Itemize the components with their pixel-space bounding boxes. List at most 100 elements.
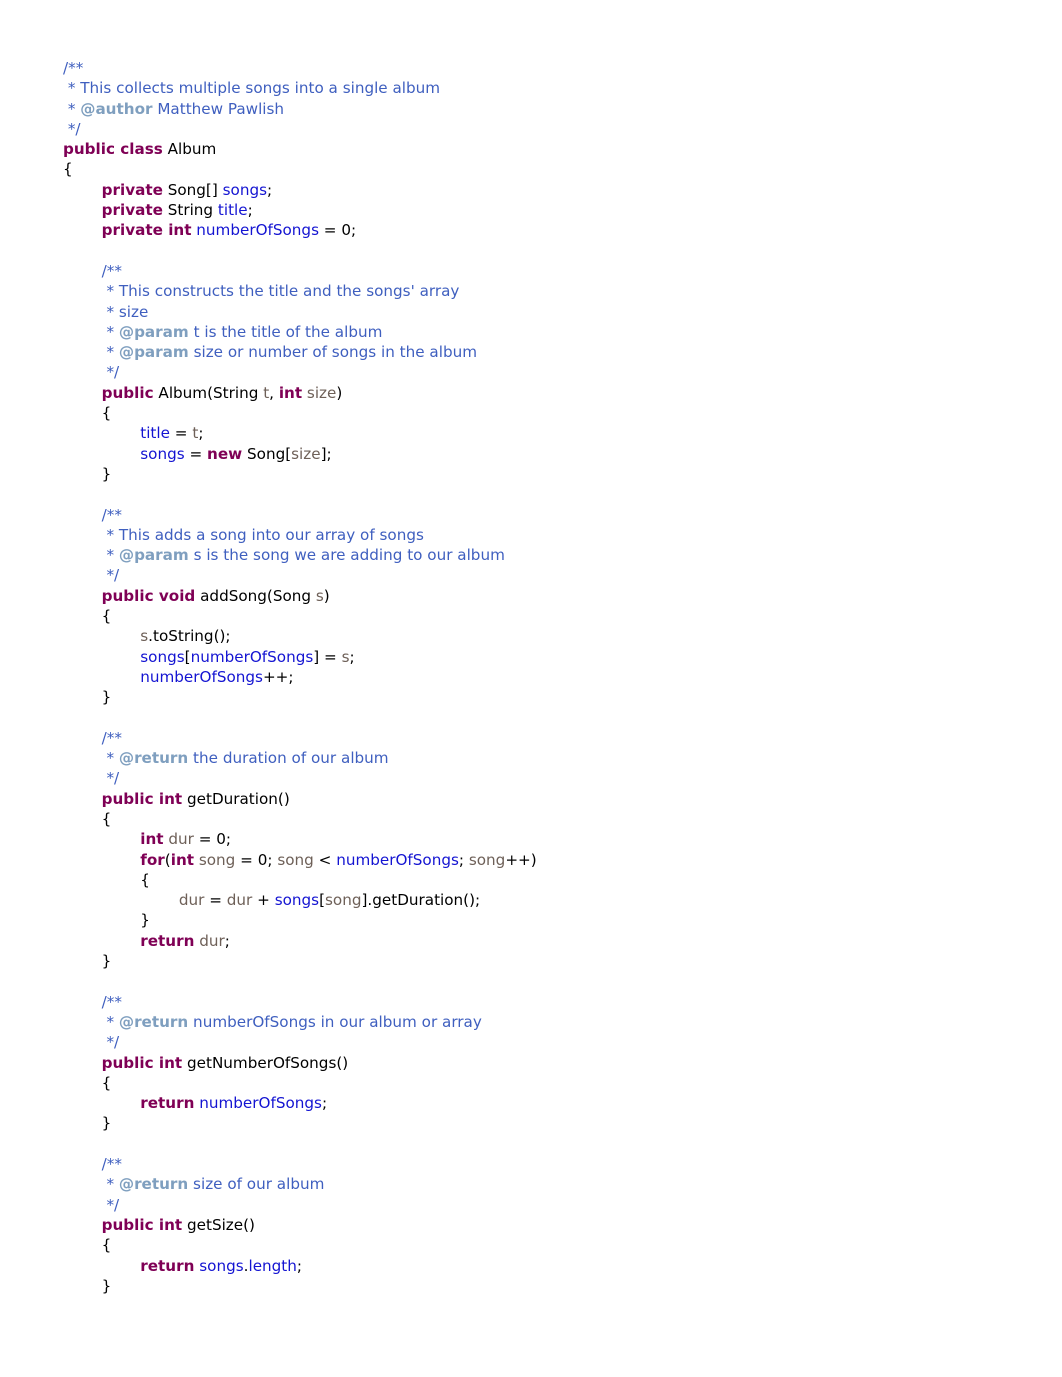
code-token-kw: return bbox=[140, 1094, 195, 1113]
code-line: /** bbox=[63, 58, 1062, 78]
code-token-kw: public void bbox=[101, 586, 196, 605]
code-token-field: songs bbox=[222, 180, 268, 199]
code-line: } bbox=[63, 951, 1062, 971]
code-token-comment: * This collects multiple songs into a si… bbox=[63, 79, 441, 98]
code-token-field: length bbox=[248, 1256, 297, 1275]
code-token-kw: public int bbox=[101, 1215, 183, 1234]
code-token-local: dur bbox=[168, 830, 194, 849]
code-token-plain: getNumberOfSongs() bbox=[182, 1053, 349, 1072]
code-token-plain: Song[ bbox=[242, 444, 292, 463]
code-token-plain: ; bbox=[349, 647, 355, 666]
code-token-comment: * bbox=[63, 99, 81, 118]
code-token-plain: getDuration() bbox=[182, 789, 290, 808]
code-token-comment: /** bbox=[101, 728, 122, 747]
code-token-field: title bbox=[217, 201, 248, 220]
code-token-plain: ; bbox=[321, 1094, 328, 1113]
code-token-comment: * This constructs the title and the song… bbox=[101, 282, 460, 301]
code-token-plain: ; bbox=[267, 180, 273, 199]
code-line: public int getDuration() bbox=[63, 789, 1062, 809]
code-token-field: numberOfSongs bbox=[140, 667, 263, 686]
code-token-plain: ; bbox=[198, 424, 204, 443]
code-token-plain: ++; bbox=[262, 667, 294, 686]
code-token-plain: } bbox=[101, 688, 112, 707]
code-line: /** bbox=[63, 728, 1062, 748]
code-token-kw: new bbox=[207, 444, 243, 463]
code-line: * size bbox=[63, 302, 1062, 322]
code-line: return songs.length; bbox=[63, 1256, 1062, 1276]
code-token-plain: ) bbox=[336, 383, 343, 402]
code-token-jdtag: @return bbox=[118, 1012, 189, 1031]
code-token-kw: for bbox=[140, 850, 165, 869]
code-token-field: numberOfSongs bbox=[199, 1094, 322, 1113]
code-token-plain: } bbox=[101, 464, 112, 483]
code-listing[interactable]: /** * This collects multiple songs into … bbox=[63, 58, 1062, 1296]
code-token-comment: Matthew Pawlish bbox=[152, 99, 285, 118]
code-line: /** bbox=[63, 992, 1062, 1012]
code-token-kw: public int bbox=[101, 1053, 183, 1072]
code-token-plain: ; bbox=[296, 1256, 303, 1275]
code-token-plain: = 0; bbox=[318, 221, 357, 240]
code-token-kw: private int bbox=[101, 221, 192, 240]
code-token-field: songs bbox=[274, 891, 320, 910]
code-token-jdtag: @param bbox=[118, 343, 189, 362]
code-token-plain: { bbox=[101, 1073, 112, 1092]
code-line: public class Album bbox=[63, 139, 1062, 159]
code-token-plain: } bbox=[101, 1276, 112, 1295]
code-line: { bbox=[63, 159, 1062, 179]
code-token-comment: size or number of songs in the album bbox=[188, 343, 478, 362]
code-token-local: s bbox=[315, 586, 324, 605]
code-token-comment: * bbox=[101, 343, 119, 362]
source-code-page: /** * This collects multiple songs into … bbox=[0, 0, 1062, 1377]
code-line: public Album(String t, int size) bbox=[63, 383, 1062, 403]
code-token-jdtag: @author bbox=[80, 99, 153, 118]
code-token-comment: * bbox=[101, 546, 119, 565]
code-line: s.toString(); bbox=[63, 626, 1062, 646]
code-token-jdtag: @param bbox=[118, 322, 189, 341]
code-token-comment: /** bbox=[101, 992, 122, 1011]
code-token-kw: public bbox=[101, 383, 154, 402]
code-line: { bbox=[63, 1235, 1062, 1255]
code-token-plain: { bbox=[101, 1236, 112, 1255]
code-token-plain: getSize() bbox=[182, 1215, 255, 1234]
code-token-plain: = 0; bbox=[235, 850, 278, 869]
code-token-plain: ] = bbox=[313, 647, 342, 666]
code-line: /** bbox=[63, 261, 1062, 281]
code-line: for(int song = 0; song < numberOfSongs; … bbox=[63, 850, 1062, 870]
code-line: /** bbox=[63, 505, 1062, 525]
code-line: songs[numberOfSongs] = s; bbox=[63, 647, 1062, 667]
code-token-plain: Song[] bbox=[162, 180, 223, 199]
code-token-plain: { bbox=[63, 160, 73, 179]
code-line: } bbox=[63, 910, 1062, 930]
code-token-comment: s is the song we are adding to our album bbox=[188, 546, 505, 565]
code-token-plain: { bbox=[101, 809, 112, 828]
code-line: private Song[] songs; bbox=[63, 180, 1062, 200]
code-token-comment: * bbox=[101, 1175, 119, 1194]
code-line: { bbox=[63, 1073, 1062, 1093]
code-line: */ bbox=[63, 1195, 1062, 1215]
code-token-local: s bbox=[341, 647, 350, 666]
code-token-kw: return bbox=[140, 1256, 195, 1275]
